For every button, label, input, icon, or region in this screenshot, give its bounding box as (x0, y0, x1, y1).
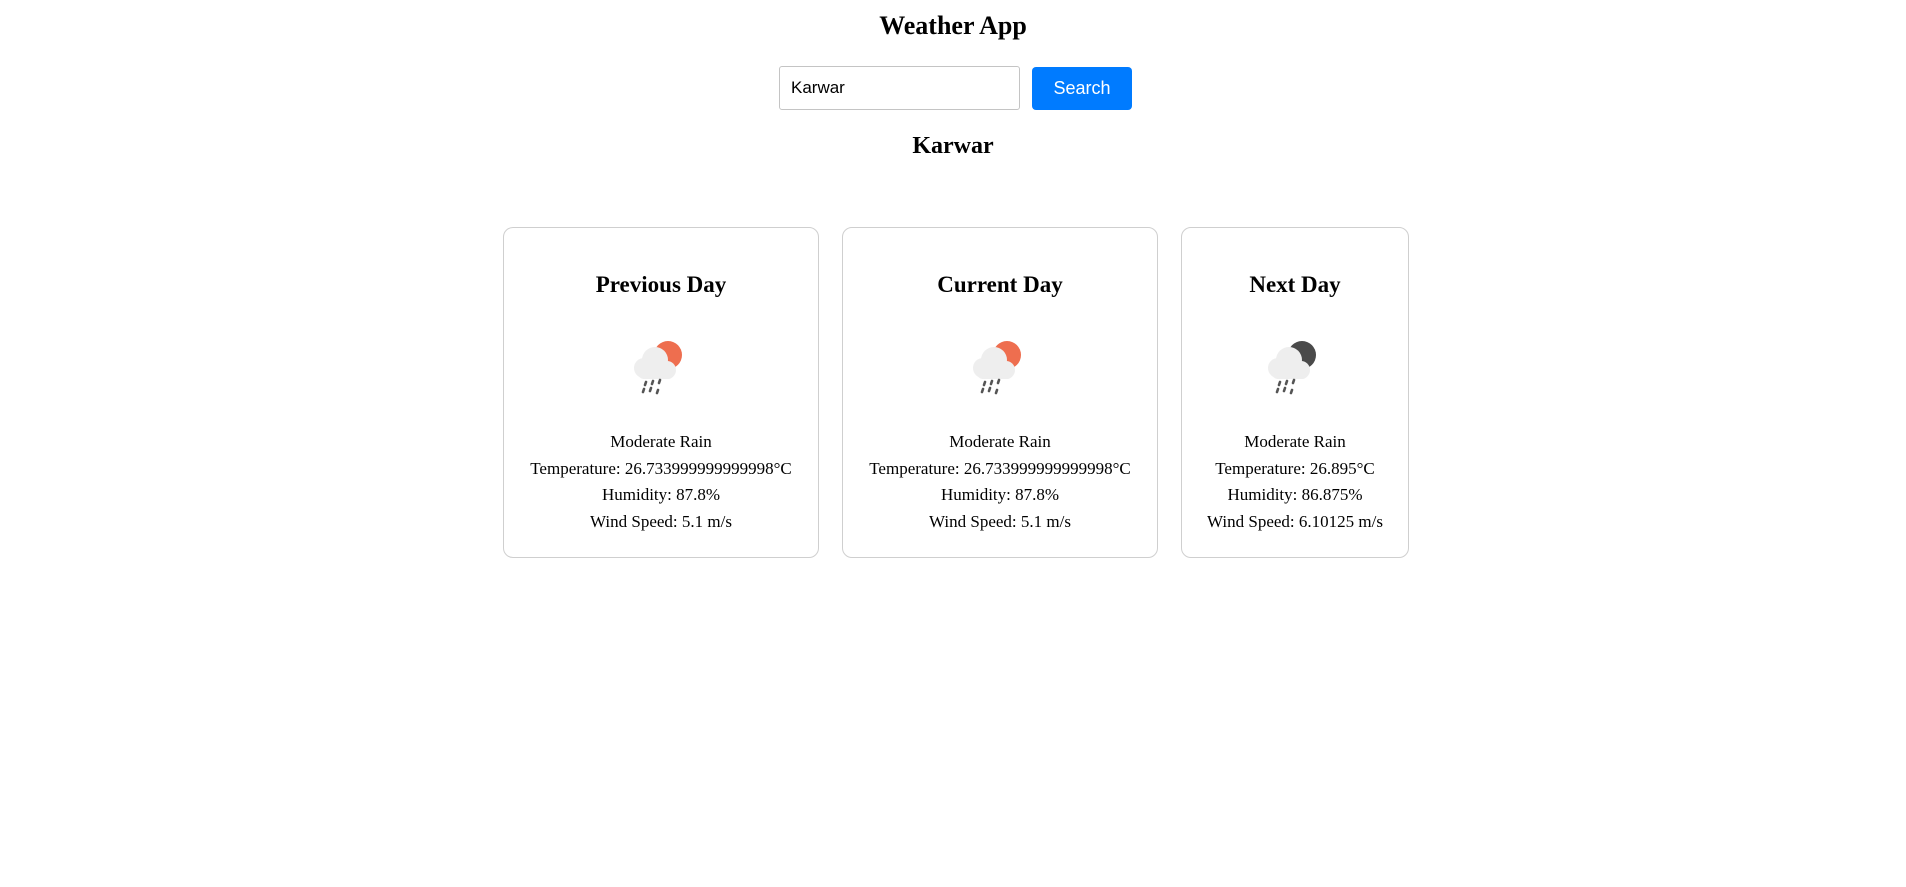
app-title: Weather App (879, 11, 1027, 40)
search-button[interactable]: Search (1032, 67, 1132, 110)
wind-speed-value: Wind Speed: 6.10125 m/s (1207, 511, 1383, 531)
humidity-value: Humidity: 87.8% (601, 485, 721, 504)
weather-condition: Moderate Rain (1244, 432, 1346, 451)
card-title: Previous Day (595, 272, 727, 297)
wind-speed-value: Wind Speed: 5.1 m/s (590, 511, 732, 531)
temperature-value: Temperature: 26.895°C (1215, 458, 1375, 478)
weather-condition: Moderate Rain (949, 432, 1051, 451)
wind-speed-value: Wind Speed: 5.1 m/s (929, 511, 1071, 531)
humidity-value: Humidity: 87.8% (940, 485, 1060, 504)
card-title: Current Day (937, 272, 1063, 297)
weather-condition: Moderate Rain (610, 432, 712, 451)
city-name: Karwar (912, 133, 994, 159)
weather-details: Moderate Rain Temperature: 26.7339999999… (504, 429, 818, 535)
rain-cloud-moon-icon (1268, 341, 1316, 395)
rain-cloud-sun-icon (973, 341, 1021, 395)
humidity-value: Humidity: 86.875% (1227, 485, 1363, 504)
forecast-card-current-day: Current Day Moderate Rain Temperature: 2… (842, 227, 1158, 558)
weather-app: Weather App Search Karwar Previous Day M… (0, 0, 1906, 887)
forecast-card-previous-day: Previous Day Moderate Rain Temperature: … (503, 227, 819, 558)
weather-details: Moderate Rain Temperature: 26.7339999999… (843, 429, 1157, 535)
rain-cloud-sun-icon (634, 341, 682, 395)
city-search-input[interactable] (779, 66, 1020, 110)
weather-details: Moderate Rain Temperature: 26.895°C Humi… (1182, 429, 1408, 535)
card-title: Next Day (1249, 272, 1341, 297)
forecast-card-next-day: Next Day Moderate Rain Temperature: 26.8… (1181, 227, 1409, 558)
temperature-value: Temperature: 26.733999999999998°C (869, 458, 1131, 478)
temperature-value: Temperature: 26.733999999999998°C (530, 458, 792, 478)
